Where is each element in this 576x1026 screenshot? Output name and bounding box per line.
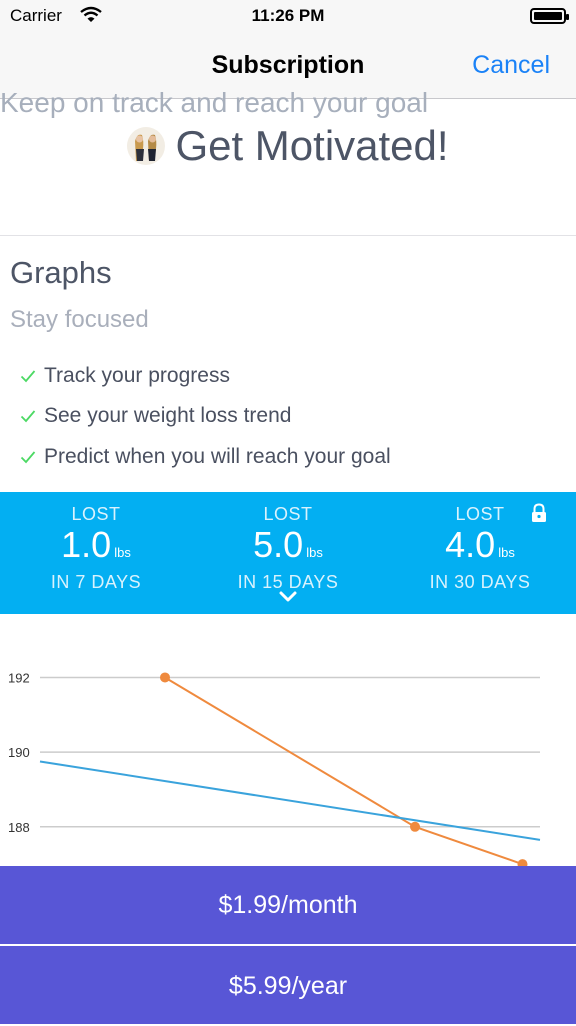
avatar-icon xyxy=(127,127,166,165)
battery-level xyxy=(534,12,562,20)
feature-label: Predict when you will reach your goal xyxy=(44,445,391,468)
stat-7-days: LOST 1.0 lbs IN 7 DAYS xyxy=(0,504,192,593)
weight-series-line xyxy=(164,676,523,866)
lock-icon xyxy=(532,503,546,522)
feature-item: See your weight loss trend xyxy=(20,404,291,428)
hero-section: Get Motivated! xyxy=(0,99,576,236)
yearly-plan-button[interactable]: $5.99/year xyxy=(0,946,576,1024)
stat-unit: lbs xyxy=(498,545,515,560)
stat-value: 4.0 lbs xyxy=(445,524,515,565)
feature-item: Track your progress xyxy=(20,364,230,388)
stat-period: IN 7 DAYS xyxy=(50,572,142,592)
checkmark-icon xyxy=(20,451,36,464)
stat-label: LOST xyxy=(263,504,313,524)
weight-data-point xyxy=(160,672,170,683)
monthly-plan-button[interactable]: $1.99/month xyxy=(0,866,576,944)
status-bar: Carrier 11:26 PM xyxy=(0,0,576,34)
stat-15-days: LOST 5.0 lbs IN 15 DAYS xyxy=(192,504,384,593)
stat-value: 1.0 lbs xyxy=(61,524,131,565)
feature-item: Predict when you will reach your goal xyxy=(20,445,391,469)
checkmark-icon xyxy=(20,410,36,423)
weight-chart: 192 190 188 xyxy=(8,670,541,866)
feature-label: See your weight loss trend xyxy=(44,404,292,427)
y-tick-label: 188 xyxy=(8,820,30,835)
hero-title-row: Get Motivated! xyxy=(0,119,576,173)
hero-title: Get Motivated! xyxy=(175,122,449,169)
stat-period: IN 30 DAYS xyxy=(429,572,531,592)
section-subtitle: Stay focused xyxy=(10,306,149,333)
hero-subtitle: Keep on track and reach your goal xyxy=(0,87,429,118)
y-tick-label: 192 xyxy=(8,670,30,685)
stat-unit: lbs xyxy=(306,545,323,560)
battery-icon xyxy=(530,8,569,24)
feature-label: Track your progress xyxy=(44,364,230,387)
stat-value: 5.0 lbs xyxy=(253,524,323,565)
weight-data-point xyxy=(410,821,420,832)
chevron-down-icon[interactable] xyxy=(278,590,298,604)
section-title: Graphs xyxy=(10,255,112,290)
cancel-button[interactable]: Cancel xyxy=(472,51,550,80)
clock: 11:26 PM xyxy=(251,6,325,25)
stat-label: LOST xyxy=(71,504,121,524)
stat-unit: lbs xyxy=(114,545,131,560)
y-tick-label: 190 xyxy=(8,745,30,760)
weight-data-point xyxy=(517,859,528,866)
trend-series-line xyxy=(39,760,541,841)
checkmark-icon xyxy=(20,370,36,383)
